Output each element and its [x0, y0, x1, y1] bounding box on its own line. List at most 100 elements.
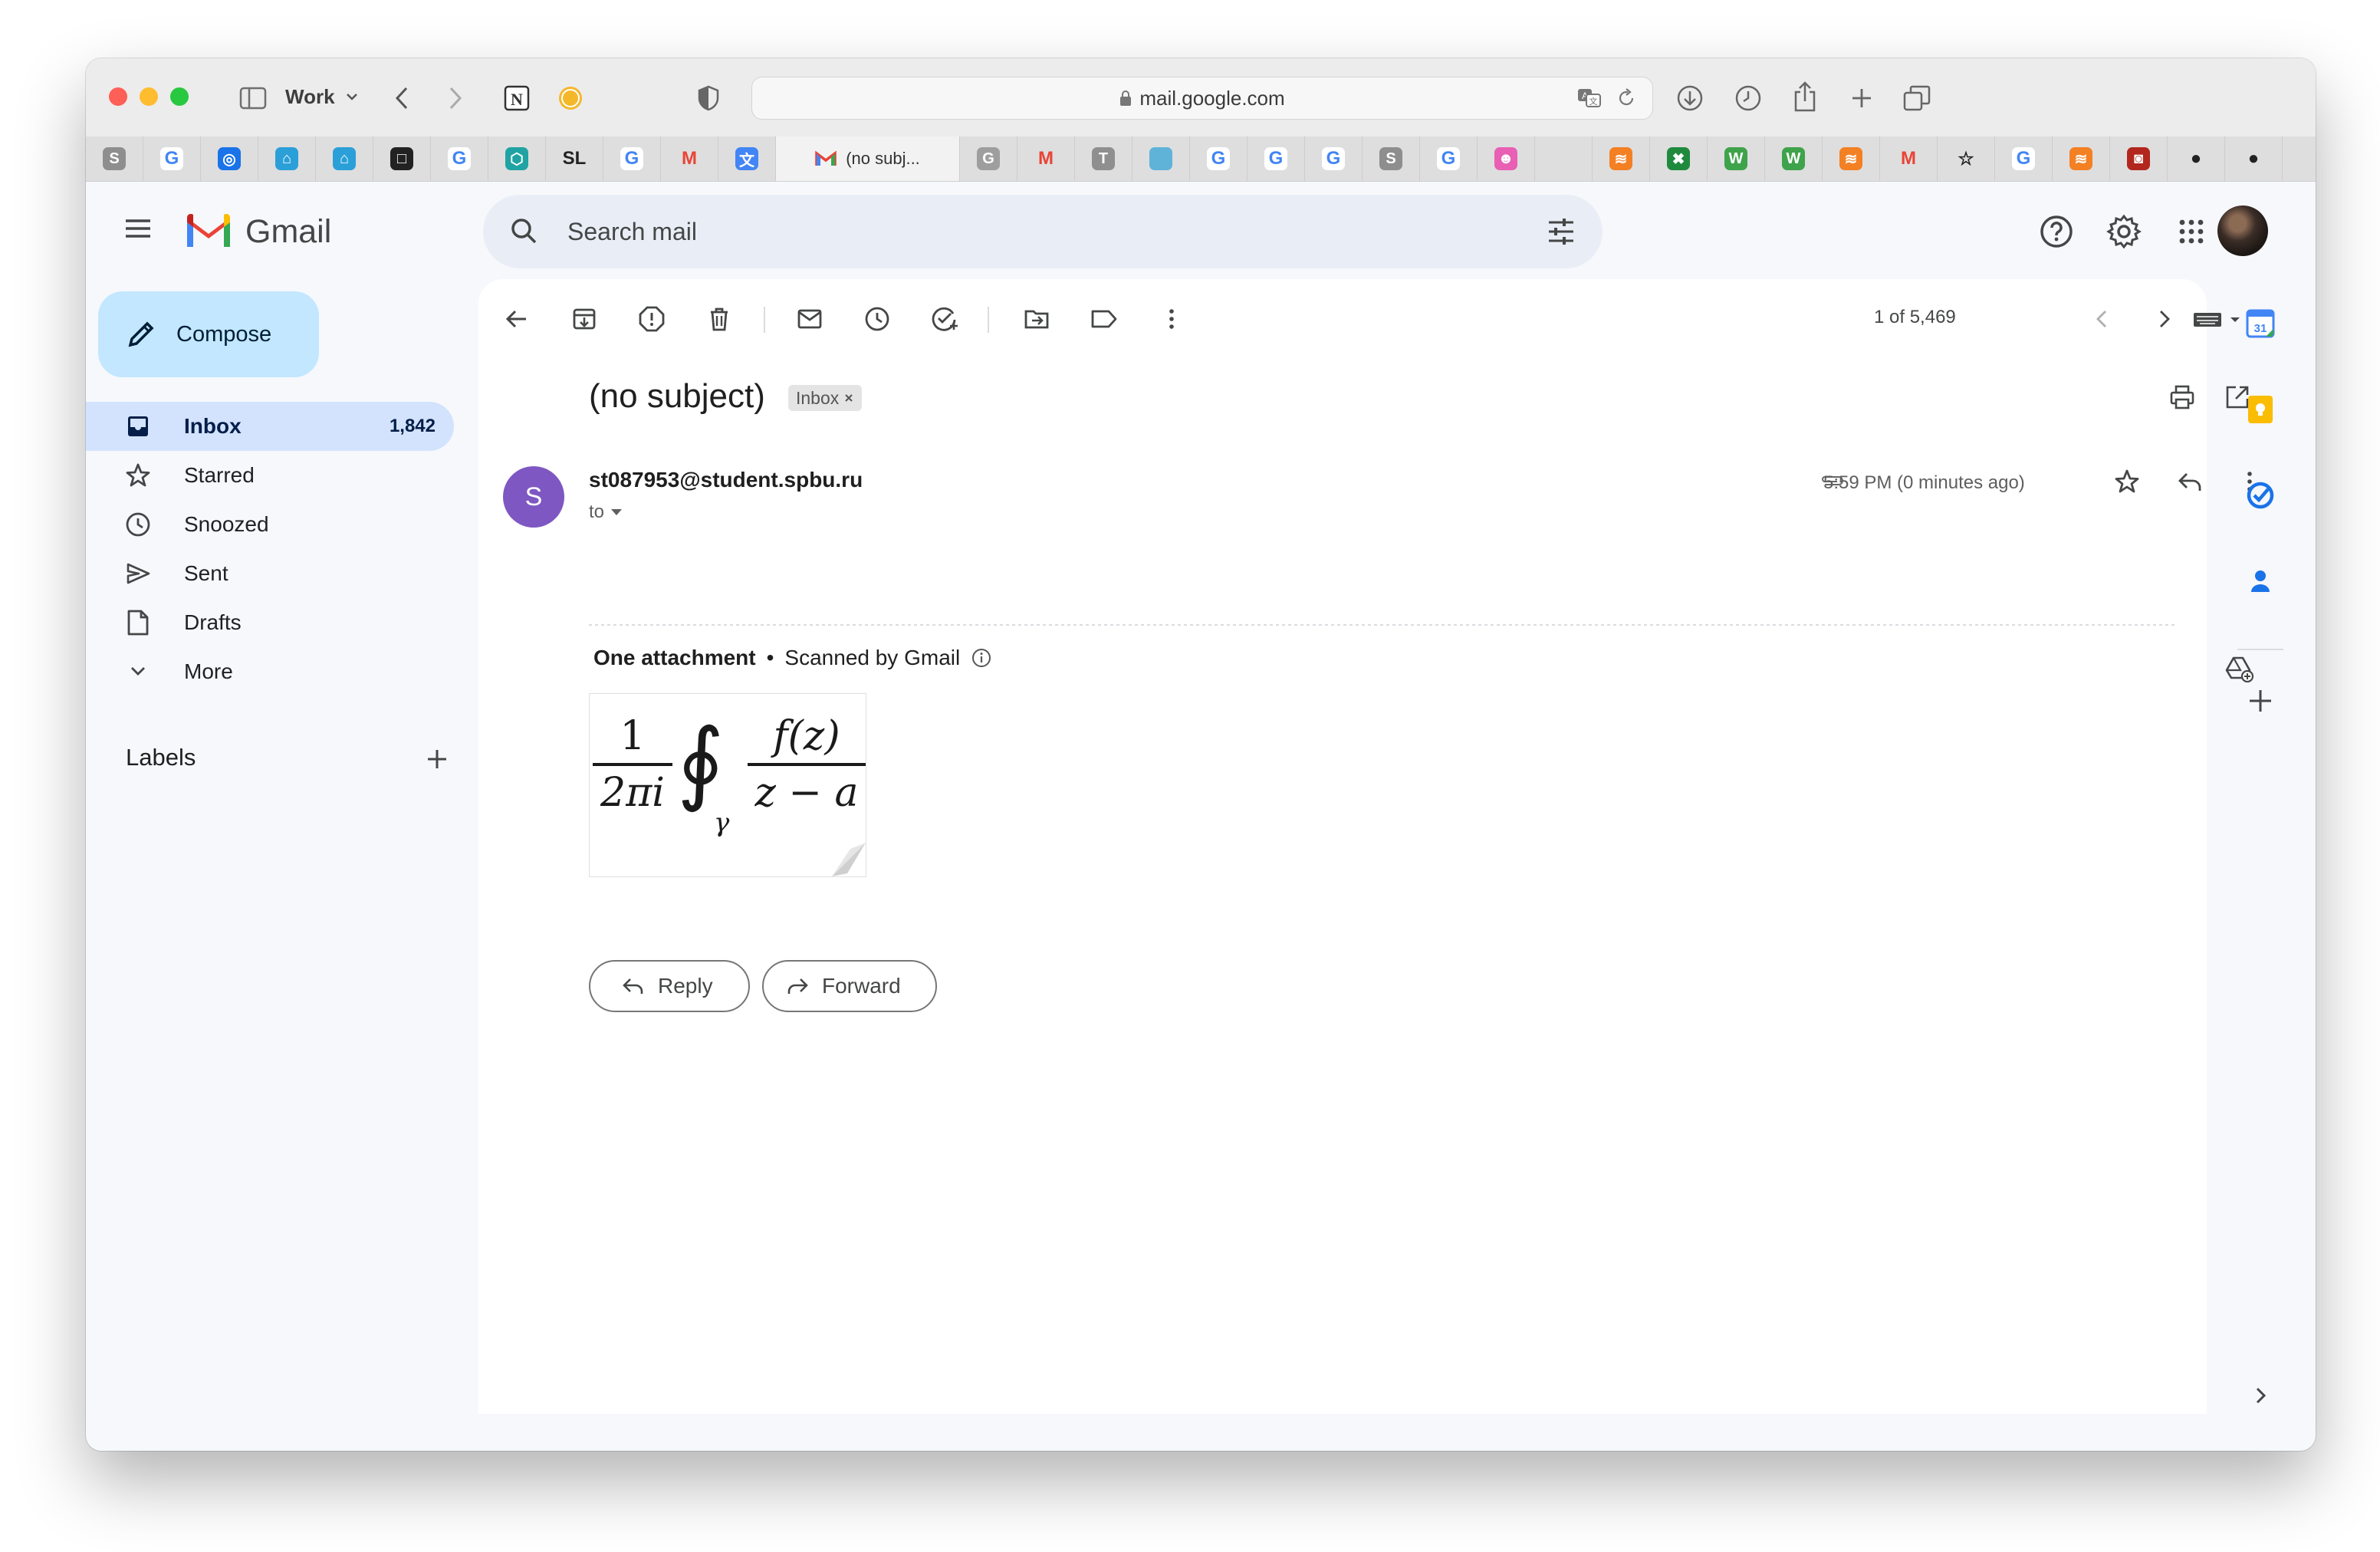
- pinned-tab[interactable]: □: [373, 136, 431, 181]
- pinned-tab[interactable]: ●: [2225, 136, 2283, 181]
- pinned-tab[interactable]: G: [1420, 136, 1478, 181]
- sidebar-item-more[interactable]: More: [86, 647, 454, 696]
- search-icon[interactable]: [506, 213, 543, 250]
- pinned-tab[interactable]: S: [86, 136, 143, 181]
- archive-icon[interactable]: [563, 298, 606, 340]
- close-window-button[interactable]: [109, 87, 127, 106]
- pinned-tab[interactable]: G: [431, 136, 488, 181]
- pinned-tab[interactable]: M: [1017, 136, 1075, 181]
- google-apps-icon[interactable]: [2168, 209, 2214, 255]
- pinned-tab[interactable]: ≋: [1823, 136, 1880, 181]
- main-menu-icon[interactable]: [120, 210, 156, 247]
- pinned-tab[interactable]: ◎: [201, 136, 258, 181]
- search-input[interactable]: Search mail: [567, 195, 697, 268]
- pinned-tab[interactable]: M: [661, 136, 718, 181]
- newer-icon[interactable]: [2081, 298, 2124, 340]
- pinned-tab[interactable]: W: [1765, 136, 1823, 181]
- workspace-selector[interactable]: Work: [285, 81, 358, 112]
- print-icon[interactable]: [2161, 376, 2204, 419]
- tab-active-gmail[interactable]: (no subj...: [776, 136, 960, 181]
- sender-avatar[interactable]: S: [503, 466, 564, 528]
- help-icon[interactable]: [2033, 209, 2079, 255]
- pinned-tab[interactable]: [1132, 136, 1190, 181]
- info-icon[interactable]: [971, 647, 992, 669]
- compose-button[interactable]: Compose: [98, 291, 319, 377]
- account-avatar[interactable]: [2217, 206, 2268, 256]
- downloads-icon[interactable]: [1673, 81, 1707, 115]
- address-bar[interactable]: mail.google.com A文: [751, 77, 1653, 120]
- gmail-logo[interactable]: Gmail: [184, 210, 331, 253]
- new-tab-icon[interactable]: [1845, 81, 1879, 115]
- tasks-icon[interactable]: [2239, 474, 2282, 517]
- pinned-tab[interactable]: ☻: [1478, 136, 1535, 181]
- translate-icon[interactable]: A文: [1576, 85, 1603, 111]
- pinned-tab[interactable]: G: [1995, 136, 2053, 181]
- delete-icon[interactable]: [698, 298, 741, 340]
- pinned-tab[interactable]: G: [603, 136, 661, 181]
- pinned-tab[interactable]: G: [960, 136, 1017, 181]
- star-message-icon[interactable]: [2106, 460, 2148, 503]
- sidebar-item-snoozed[interactable]: Snoozed: [86, 500, 454, 549]
- settings-gear-icon[interactable]: [2101, 209, 2147, 255]
- pinned-tab[interactable]: M: [1880, 136, 1938, 181]
- compass-extension-icon[interactable]: [554, 81, 587, 115]
- pinned-tab[interactable]: T: [1075, 136, 1132, 181]
- report-spam-icon[interactable]: [630, 298, 673, 340]
- keep-icon[interactable]: [2239, 388, 2282, 431]
- privacy-shield-icon[interactable]: [692, 81, 725, 115]
- reply-button[interactable]: Reply: [589, 960, 750, 1012]
- pinned-tab[interactable]: ◙: [2110, 136, 2168, 181]
- notion-extension-icon[interactable]: N: [500, 81, 534, 115]
- sidebar-toggle-icon[interactable]: [236, 81, 270, 115]
- inbox-label-chip[interactable]: Inbox: [788, 385, 863, 411]
- share-icon[interactable]: [1788, 78, 1822, 115]
- sidebar-item-starred[interactable]: Starred: [86, 451, 454, 500]
- tab-overview-icon[interactable]: [1900, 81, 1934, 115]
- pinned-tab[interactable]: G: [1305, 136, 1363, 181]
- reload-icon[interactable]: [1612, 85, 1640, 111]
- caret-down-icon[interactable]: [610, 508, 623, 516]
- add-to-tasks-icon[interactable]: [923, 298, 966, 340]
- pinned-tab[interactable]: S: [1363, 136, 1420, 181]
- pinned-tab[interactable]: ⌂: [258, 136, 316, 181]
- search-bar[interactable]: Search mail: [483, 195, 1603, 268]
- hide-side-panel-icon[interactable]: [2239, 1374, 2282, 1417]
- more-options-icon[interactable]: [1150, 298, 1193, 340]
- forward-icon[interactable]: [439, 81, 472, 115]
- attachment-thumbnail[interactable]: 1 2πi ∮ γ f(z) z − a: [589, 693, 866, 877]
- pinned-tab[interactable]: ≋: [1593, 136, 1650, 181]
- move-to-icon[interactable]: [1015, 298, 1058, 340]
- sidebar-item-drafts[interactable]: Drafts: [86, 598, 454, 647]
- older-icon[interactable]: [2142, 298, 2185, 340]
- add-label-icon[interactable]: [419, 741, 455, 778]
- pinned-tab[interactable]: G: [1248, 136, 1305, 181]
- reply-icon[interactable]: [2168, 460, 2211, 503]
- pinned-tab[interactable]: 文: [718, 136, 776, 181]
- get-addons-icon[interactable]: [2239, 679, 2282, 722]
- pinned-tab[interactable]: ⌂: [316, 136, 373, 181]
- sidebar-item-inbox[interactable]: Inbox 1,842: [86, 402, 454, 451]
- pinned-tab[interactable]: W: [1708, 136, 1765, 181]
- history-icon[interactable]: [1731, 81, 1765, 115]
- back-icon[interactable]: [385, 81, 419, 115]
- back-to-inbox-icon[interactable]: [495, 298, 538, 340]
- calendar-icon[interactable]: 31: [2239, 302, 2282, 345]
- label-icon[interactable]: [1083, 298, 1126, 340]
- pinned-tab[interactable]: ≋: [2053, 136, 2110, 181]
- contacts-icon[interactable]: [2239, 560, 2282, 603]
- search-options-icon[interactable]: [1543, 213, 1580, 250]
- pinned-tab[interactable]: ●: [2168, 136, 2225, 181]
- forward-button[interactable]: Forward: [762, 960, 937, 1012]
- mark-unread-icon[interactable]: [788, 298, 831, 340]
- pinned-tab[interactable]: ⬡: [488, 136, 546, 181]
- sender-address[interactable]: st087953@student.spbu.ru: [589, 468, 863, 492]
- pinned-tab[interactable]: G: [143, 136, 201, 181]
- minimize-window-button[interactable]: [140, 87, 158, 106]
- remove-label-icon[interactable]: [843, 393, 854, 403]
- pinned-tab[interactable]: ✖: [1650, 136, 1708, 181]
- pinned-tab[interactable]: [1535, 136, 1593, 181]
- sidebar-item-sent[interactable]: Sent: [86, 549, 454, 598]
- pinned-tab[interactable]: ☆: [1938, 136, 1995, 181]
- snooze-icon[interactable]: [856, 298, 899, 340]
- pinned-tab[interactable]: G: [1190, 136, 1248, 181]
